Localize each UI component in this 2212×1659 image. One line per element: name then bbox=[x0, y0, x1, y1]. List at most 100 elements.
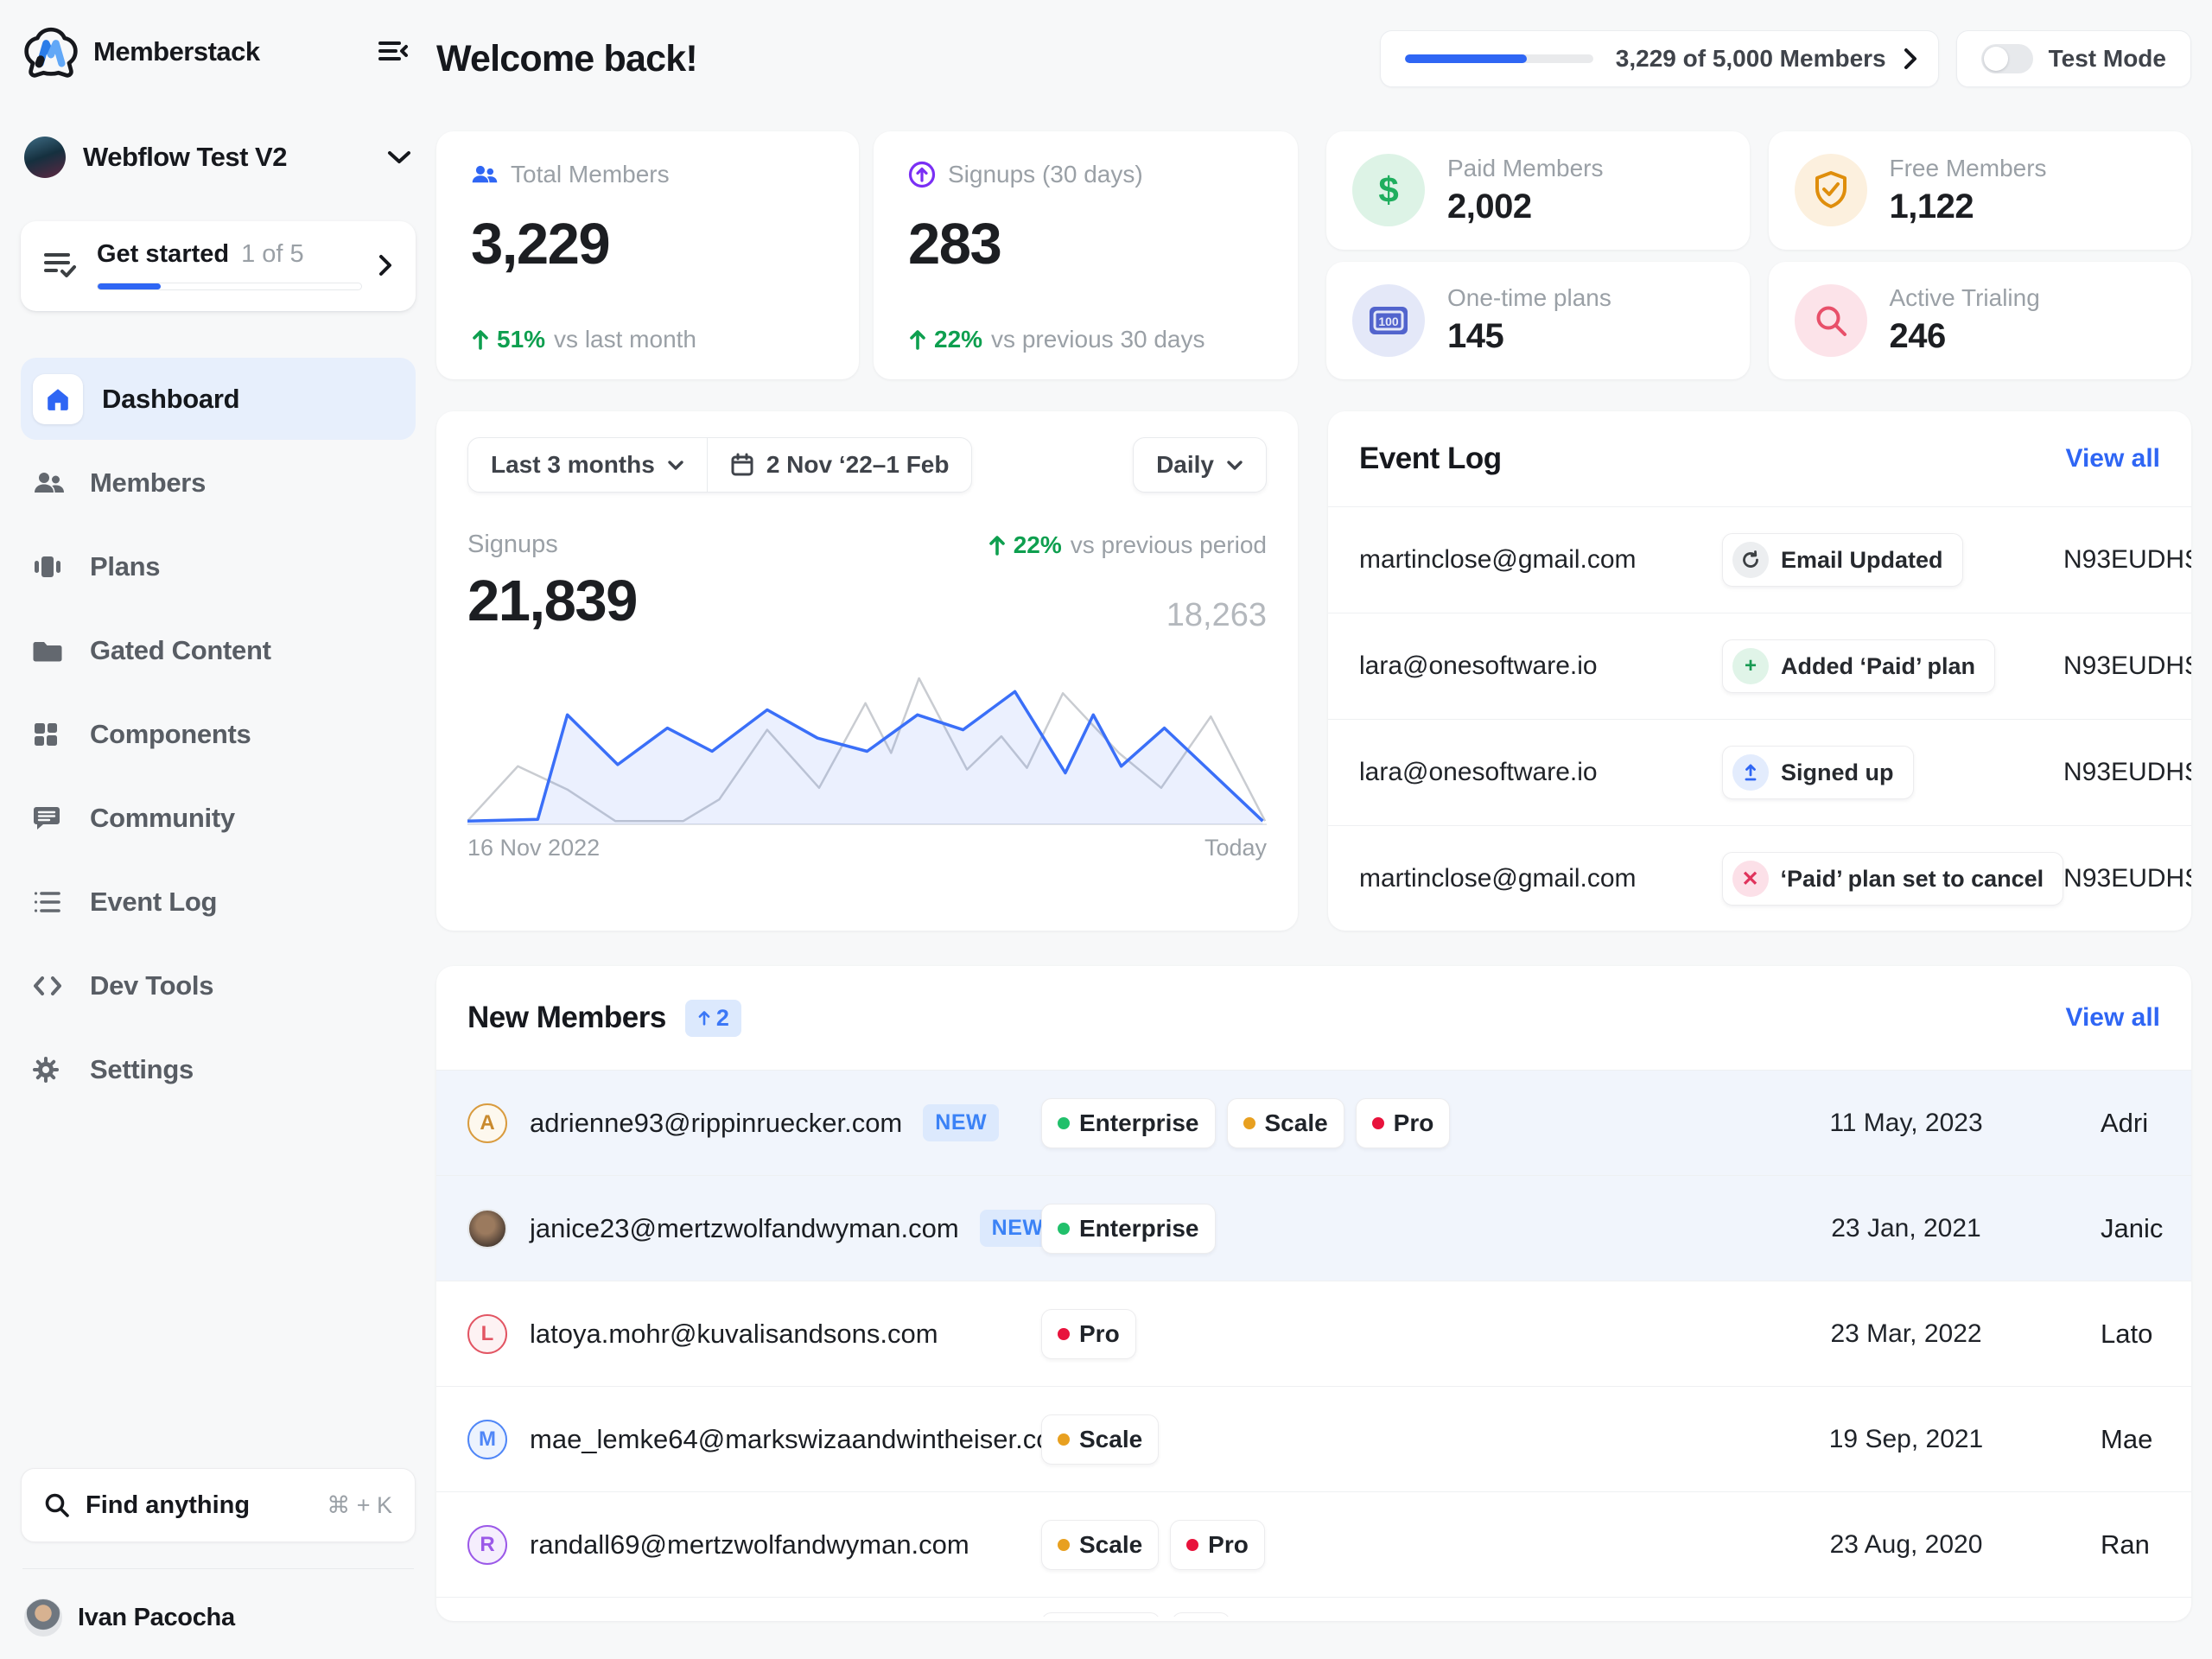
event-badge: ✕ ‘Paid’ plan set to cancel bbox=[1722, 852, 2064, 906]
sidebar-item-plans[interactable]: Plans bbox=[21, 525, 416, 607]
grid-icon bbox=[33, 721, 90, 747]
table-row[interactable]: janice23@mertzwolfandwyman.com NEW Enter… bbox=[436, 1175, 2191, 1281]
plan-badge bbox=[1172, 1612, 1230, 1617]
folder-icon bbox=[33, 639, 90, 663]
workspace-name: Webflow Test V2 bbox=[83, 142, 287, 173]
list-icon bbox=[33, 890, 90, 914]
event-badge: Email Updated bbox=[1722, 533, 1963, 587]
chart-x-start: 16 Nov 2022 bbox=[467, 835, 600, 861]
event-log-row[interactable]: lara@onesoftware.io Signed up N93EUDHS bbox=[1328, 719, 2191, 825]
event-log-title: Event Log bbox=[1359, 442, 1502, 476]
plan-badges: Enterprise Scale Pro bbox=[1041, 1098, 1764, 1148]
sidebar-item-settings[interactable]: Settings bbox=[21, 1028, 416, 1110]
main-header: Welcome back! 3,229 of 5,000 Members Tes… bbox=[436, 26, 2191, 92]
sidebar-divider bbox=[22, 1568, 414, 1569]
members-quota-text: 3,229 of 5,000 Members bbox=[1616, 45, 1886, 73]
main-content: Welcome back! 3,229 of 5,000 Members Tes… bbox=[436, 0, 2212, 1659]
member-email: adrienne93@rippinruecker.com bbox=[530, 1108, 902, 1139]
stat-label: Total Members bbox=[511, 161, 670, 188]
sidebar-item-components[interactable]: Components bbox=[21, 693, 416, 775]
members-quota-button[interactable]: 3,229 of 5,000 Members bbox=[1380, 30, 1939, 87]
table-row[interactable]: R randall69@mertzwolfandwyman.com Scale … bbox=[436, 1491, 2191, 1597]
shield-check-icon bbox=[1795, 154, 1867, 226]
sidebar: Memberstack Webflow Test V2 bbox=[0, 0, 436, 1659]
plan-dot bbox=[1372, 1117, 1384, 1129]
stat-value: 2,002 bbox=[1447, 188, 1604, 226]
chart-previous-total: 18,263 bbox=[1166, 597, 1267, 634]
members-quota-fill bbox=[1405, 54, 1528, 63]
member-email: randall69@mertzwolfandwyman.com bbox=[530, 1529, 969, 1560]
one-time-plans-card: 100 One-time plans145 bbox=[1326, 262, 1750, 380]
sidebar-item-dev-tools[interactable]: Dev Tools bbox=[21, 944, 416, 1027]
get-started-card[interactable]: Get started 1 of 5 bbox=[21, 221, 416, 311]
sidebar-item-dashboard[interactable]: Dashboard bbox=[21, 358, 416, 440]
event-email: martinclose@gmail.com bbox=[1359, 545, 1722, 575]
new-members-count-badge: 2 bbox=[685, 1000, 741, 1037]
plan-badge bbox=[1041, 1612, 1160, 1617]
event-log-row[interactable]: martinclose@gmail.com Email Updated N93E… bbox=[1328, 506, 2191, 613]
header-actions: 3,229 of 5,000 Members Test Mode bbox=[1380, 30, 2191, 87]
event-member-id: N93EUDHS bbox=[2063, 758, 2191, 787]
test-mode-toggle[interactable] bbox=[1981, 44, 2033, 73]
chart-total: 21,839 bbox=[467, 568, 637, 634]
new-members-view-all[interactable]: View all bbox=[2065, 1003, 2160, 1033]
brand-row: Memberstack bbox=[21, 7, 416, 97]
event-email: lara@onesoftware.io bbox=[1359, 652, 1722, 681]
stat-value: 3,229 bbox=[471, 211, 824, 277]
table-row[interactable]: L latoya.mohr@kuvalisandsons.com Pro 23 … bbox=[436, 1281, 2191, 1386]
workspace-selector[interactable]: Webflow Test V2 bbox=[21, 137, 416, 178]
date-range-label: 2 Nov ‘22–1 Feb bbox=[766, 451, 950, 479]
plan-badge: Enterprise bbox=[1041, 1098, 1216, 1148]
new-badge: NEW bbox=[923, 1104, 999, 1141]
event-member-id: N93EUDHS bbox=[2063, 652, 2191, 681]
free-members-card: Free Members1,122 bbox=[1769, 131, 2192, 250]
close-icon: ✕ bbox=[1732, 861, 1769, 897]
search-input[interactable]: Find anything ⌘ + K bbox=[21, 1468, 416, 1542]
plan-badge: Pro bbox=[1041, 1309, 1136, 1359]
stat-delta: 22% bbox=[934, 326, 982, 353]
plan-dot bbox=[1058, 1539, 1070, 1551]
member-date: 23 Mar, 2022 bbox=[1764, 1319, 2049, 1349]
memberstack-dashboard: Memberstack Webflow Test V2 bbox=[0, 0, 2212, 1659]
sidebar-item-members[interactable]: Members bbox=[21, 442, 416, 524]
user-menu[interactable]: Ivan Pacocha bbox=[21, 1599, 416, 1637]
plan-badges: Scale bbox=[1041, 1414, 1764, 1465]
table-row[interactable]: M mae_lemke64@markswizaandwintheiser.com… bbox=[436, 1386, 2191, 1491]
sidebar-item-gated-content[interactable]: Gated Content bbox=[21, 609, 416, 691]
stat-label: One-time plans bbox=[1447, 284, 1611, 312]
event-log-view-all[interactable]: View all bbox=[2065, 444, 2160, 474]
stats-left: Total Members 3,229 51% vs last month Si… bbox=[436, 131, 1298, 379]
chat-icon bbox=[33, 805, 90, 831]
stat-value: 246 bbox=[1890, 317, 2040, 356]
sidebar-item-community[interactable]: Community bbox=[21, 777, 416, 859]
member-name: Mae bbox=[2049, 1424, 2191, 1455]
signups-chart-svg bbox=[467, 646, 1267, 830]
member-email: mae_lemke64@markswizaandwintheiser.com bbox=[530, 1424, 1073, 1455]
table-row[interactable]: A adrienne93@rippinruecker.com NEW Enter… bbox=[436, 1070, 2191, 1175]
member-name: Lato bbox=[2049, 1319, 2191, 1350]
stat-label: Free Members bbox=[1890, 155, 2047, 182]
svg-text:100: 100 bbox=[1378, 315, 1399, 328]
range-select[interactable]: Last 3 months bbox=[468, 438, 707, 492]
event-log-row[interactable]: martinclose@gmail.com ✕ ‘Paid’ plan set … bbox=[1328, 825, 2191, 931]
member-date: 19 Sep, 2021 bbox=[1764, 1425, 2049, 1454]
mid-row: Last 3 months 2 Nov ‘22–1 Feb Daily bbox=[436, 411, 2191, 931]
arrow-up-icon bbox=[908, 328, 927, 351]
stat-label: Paid Members bbox=[1447, 155, 1604, 182]
sidebar-item-label: Components bbox=[90, 719, 251, 750]
date-range-button[interactable]: 2 Nov ‘22–1 Feb bbox=[707, 438, 972, 492]
granularity-select[interactable]: Daily bbox=[1133, 437, 1267, 493]
event-log-row[interactable]: lara@onesoftware.io + Added ‘Paid’ plan … bbox=[1328, 613, 2191, 719]
arrow-up-icon bbox=[988, 534, 1007, 556]
chart-delta-caption: vs previous period bbox=[1071, 531, 1267, 559]
test-mode-label: Test Mode bbox=[2049, 45, 2166, 73]
member-email: latoya.mohr@kuvalisandsons.com bbox=[530, 1319, 938, 1350]
sidebar-collapse-icon[interactable] bbox=[372, 31, 414, 73]
event-member-id: N93EUDHS bbox=[2063, 545, 2191, 575]
test-mode-control: Test Mode bbox=[1956, 30, 2191, 87]
event-email: lara@onesoftware.io bbox=[1359, 758, 1722, 787]
chart-x-end: Today bbox=[1205, 835, 1267, 861]
refresh-icon bbox=[1732, 542, 1769, 578]
sidebar-item-event-log[interactable]: Event Log bbox=[21, 861, 416, 943]
mini-stats-grid: $ Paid Members2,002 Free Members1,122 10… bbox=[1326, 131, 2191, 379]
